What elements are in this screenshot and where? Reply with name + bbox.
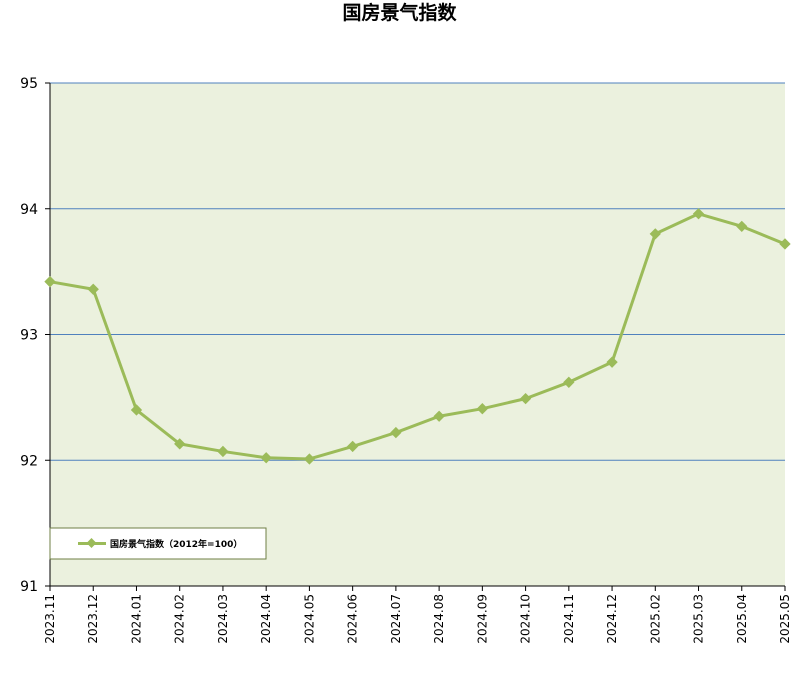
x-tick-label: 2025.04 — [735, 594, 749, 644]
x-tick-label: 2025.05 — [778, 594, 792, 644]
x-tick-label: 2025.03 — [692, 594, 706, 644]
x-tick-label: 2023.11 — [43, 594, 57, 644]
y-tick-label: 91 — [20, 579, 38, 595]
y-tick-label: 95 — [20, 76, 38, 92]
y-tick-label: 94 — [20, 202, 38, 218]
x-tick-label: 2024.07 — [389, 594, 403, 644]
x-tick-label: 2024.03 — [216, 594, 230, 644]
x-tick-label: 2024.11 — [562, 594, 576, 644]
legend-label: 国房景气指数（2012年=100） — [110, 538, 242, 550]
y-tick-label: 92 — [20, 453, 38, 469]
x-tick-label: 2024.09 — [475, 594, 489, 644]
x-tick-label: 2024.06 — [346, 594, 360, 644]
x-tick-label: 2024.02 — [173, 594, 187, 644]
x-tick-label: 2024.04 — [259, 594, 273, 644]
x-tick-label: 2024.01 — [129, 594, 143, 644]
x-tick-label: 2023.12 — [86, 594, 100, 644]
line-chart: 91 92 93 94 95 2023.11 2023.12 2024.01 2024.02 20… — [20, 76, 792, 644]
x-tick-label: 2024.08 — [432, 594, 446, 644]
x-tick-label: 2024.10 — [519, 594, 533, 644]
x-tick-label: 2024.05 — [302, 594, 316, 644]
y-tick-label: 93 — [20, 328, 38, 344]
x-tick-label: 2025.02 — [648, 594, 662, 644]
legend: 国房景气指数（2012年=100） — [49, 527, 267, 560]
x-tick-label: 2024.12 — [605, 594, 619, 644]
